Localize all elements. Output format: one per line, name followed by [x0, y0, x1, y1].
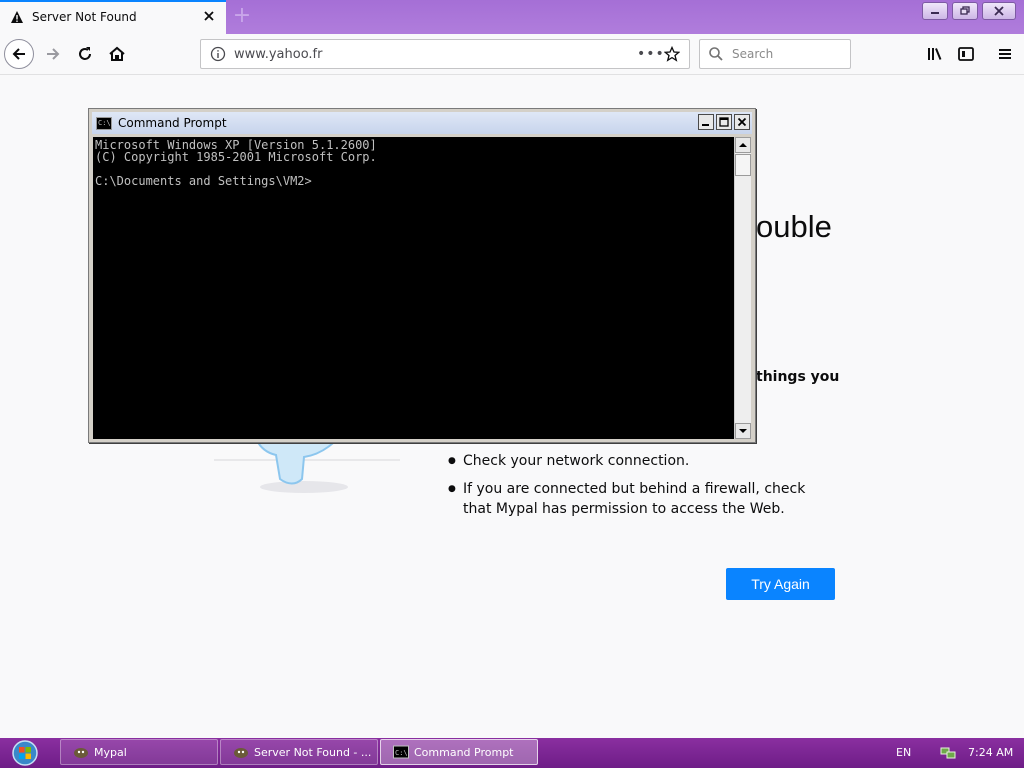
minimize-icon [931, 12, 939, 14]
cmd-maximize-button[interactable] [716, 114, 732, 130]
close-window-button[interactable] [982, 2, 1016, 20]
tab-title: Server Not Found [32, 10, 137, 24]
svg-text:C:\: C:\ [395, 749, 408, 757]
cmd-close-button[interactable] [734, 114, 750, 130]
close-icon [994, 6, 1004, 16]
search-icon [709, 47, 723, 61]
sidebar-button[interactable] [951, 39, 981, 69]
start-button[interactable] [8, 739, 42, 767]
system-clock[interactable]: 7:24 AM [968, 746, 1013, 759]
info-icon[interactable] [210, 46, 226, 62]
star-icon [664, 46, 680, 62]
restore-button[interactable] [952, 2, 978, 20]
console-output[interactable]: Microsoft Windows XP [Version 5.1.2600](… [93, 137, 734, 439]
forward-button[interactable] [38, 39, 68, 69]
command-prompt-window[interactable]: C:\ Command Prompt Microsoft Windows XP … [88, 108, 756, 443]
cmd-minimize-button[interactable] [698, 114, 714, 130]
url-bar[interactable]: www.yahoo.fr ••• [200, 39, 690, 69]
mypal-icon [74, 748, 88, 758]
list-item: Check your network connection. [448, 451, 838, 471]
back-button[interactable] [4, 39, 34, 69]
library-icon [928, 48, 942, 60]
home-button[interactable] [102, 39, 132, 69]
minimize-icon [702, 124, 709, 126]
home-icon [109, 46, 125, 61]
try-again-button[interactable]: Try Again [726, 568, 835, 600]
back-arrow-icon [12, 48, 25, 60]
bookmark-star-button[interactable] [659, 44, 685, 64]
error-title: ouble [756, 209, 832, 244]
hamburger-menu-icon [999, 49, 1011, 59]
library-button[interactable] [920, 39, 950, 69]
browser-tabstrip: Server Not Found + [0, 0, 1024, 34]
back-circle [4, 39, 34, 69]
sidebar-icon [958, 47, 974, 61]
forward-arrow-icon [47, 48, 60, 60]
tab-server-not-found[interactable]: Server Not Found [0, 0, 226, 34]
new-tab-button[interactable]: + [232, 5, 252, 27]
reload-icon [79, 47, 91, 60]
network-icon[interactable] [940, 744, 956, 760]
cmd-window-controls [696, 114, 750, 130]
warning-icon [11, 11, 23, 23]
console-app-icon: C:\ [96, 116, 112, 130]
search-bar[interactable] [699, 39, 851, 69]
close-tab-icon[interactable] [202, 9, 216, 23]
suggestion-list: Check your network connection. If you ar… [448, 451, 838, 527]
taskbar-item-label: Mypal [94, 745, 127, 759]
list-item: If you are connected but behind a firewa… [448, 479, 838, 519]
cmd-vertical-scrollbar[interactable] [734, 137, 751, 439]
reload-button[interactable] [70, 39, 100, 69]
console-line: (C) Copyright 1985-2001 Microsoft Corp. [95, 150, 377, 164]
cmd-titlebar[interactable]: C:\ Command Prompt [92, 112, 752, 134]
page-actions-button[interactable]: ••• [637, 46, 664, 62]
down-arrow-icon [739, 429, 747, 433]
taskbar-item-mypal[interactable]: Mypal [60, 739, 218, 765]
navigation-toolbar: www.yahoo.fr ••• [0, 34, 1024, 75]
up-arrow-icon [739, 143, 747, 147]
cmd-title: Command Prompt [118, 116, 227, 130]
search-input[interactable] [730, 46, 844, 62]
scroll-down-button[interactable] [735, 423, 751, 439]
minimize-button[interactable] [922, 2, 948, 20]
taskbar-item-label: Server Not Found - ... [254, 745, 372, 759]
restore-icon [959, 6, 970, 15]
language-indicator[interactable]: EN [896, 746, 911, 759]
console-prompt-line: C:\Documents and Settings\VM2> [95, 174, 312, 188]
console-icon: C:\ [393, 745, 409, 759]
url-text[interactable]: www.yahoo.fr [234, 47, 637, 62]
taskbar-item-label: Command Prompt [414, 745, 514, 759]
mypal-icon [234, 748, 248, 758]
maximize-icon [719, 117, 729, 127]
menu-button[interactable] [990, 39, 1020, 69]
taskbar-item-server-not-found[interactable]: Server Not Found - ... [220, 739, 378, 765]
scroll-up-button[interactable] [735, 137, 751, 153]
error-description: things you [756, 369, 840, 385]
window-controls [922, 2, 1016, 20]
taskbar: Mypal Server Not Found - ... C:\ Command… [0, 738, 1024, 768]
close-icon [737, 117, 747, 127]
scroll-thumb[interactable] [735, 154, 751, 176]
taskbar-item-command-prompt[interactable]: C:\ Command Prompt [380, 739, 538, 765]
